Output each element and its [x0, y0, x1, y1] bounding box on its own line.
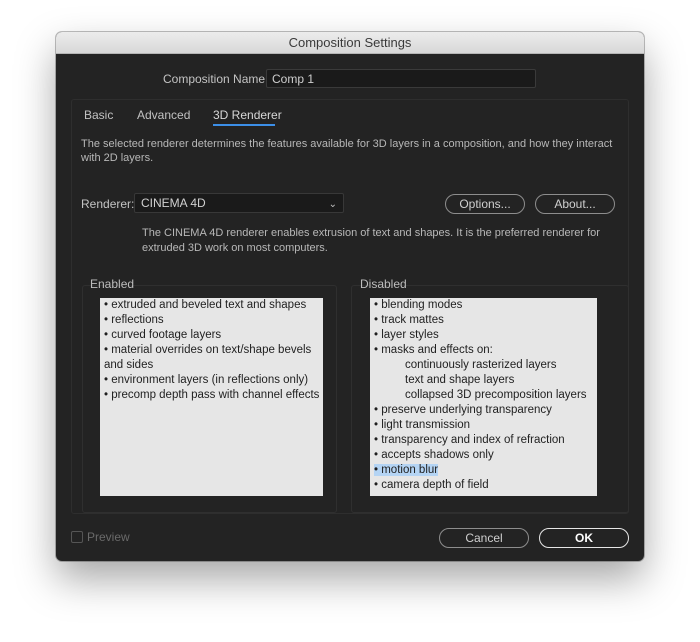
- disabled-list[interactable]: • blending modes • track mattes • layer …: [370, 298, 597, 496]
- list-item: • track mattes: [374, 314, 444, 326]
- list-item: • extruded and beveled text and shapes: [104, 299, 307, 311]
- enabled-label: Enabled: [90, 277, 135, 291]
- list-item: • masks and effects on:: [374, 344, 493, 356]
- list-item: • reflections: [104, 314, 164, 326]
- list-item-selected[interactable]: • motion blur: [374, 463, 593, 478]
- list-item: • precomp depth pass with channel effect…: [104, 389, 320, 401]
- enabled-list[interactable]: • extruded and beveled text and shapes •…: [100, 298, 323, 496]
- list-item: • camera depth of field: [374, 479, 489, 491]
- composition-name-input[interactable]: Comp 1: [266, 69, 536, 88]
- list-item: continuously rasterized layers: [405, 359, 557, 371]
- composition-settings-dialog: Composition Settings Composition Name: C…: [56, 32, 644, 561]
- renderer-description: The selected renderer determines the fea…: [81, 138, 613, 164]
- tab-basic[interactable]: Basic: [84, 108, 113, 122]
- list-item: • transparency and index of refraction: [374, 434, 565, 446]
- list-item: • light transmission: [374, 419, 471, 431]
- list-item: • accepts shadows only: [374, 449, 494, 461]
- list-item: • preserve underlying transparency: [374, 404, 552, 416]
- preview-label: Preview: [87, 530, 130, 544]
- renderer-note: The CINEMA 4D renderer enables extrusion…: [142, 227, 600, 254]
- ok-button[interactable]: OK: [539, 528, 629, 548]
- window-title: Composition Settings: [56, 32, 644, 54]
- disabled-label: Disabled: [360, 277, 407, 291]
- renderer-select[interactable]: CINEMA 4D ⌄: [134, 193, 344, 213]
- list-item: collapsed 3D precomposition layers: [405, 389, 587, 401]
- tab-3d-renderer[interactable]: 3D Renderer: [213, 108, 282, 122]
- composition-name-label: Composition Name:: [163, 72, 269, 86]
- about-button[interactable]: About...: [535, 194, 615, 214]
- list-item: • layer styles: [374, 329, 439, 341]
- list-item: • curved footage layers: [104, 329, 222, 341]
- list-item: • environment layers (in reflections onl…: [104, 374, 309, 386]
- cancel-button[interactable]: Cancel: [439, 528, 529, 548]
- list-item: • material overrides on text/shape bevel…: [104, 344, 312, 371]
- checkbox-icon: [71, 531, 83, 543]
- active-tab-indicator: [213, 124, 275, 126]
- chevron-down-icon: ⌄: [328, 199, 337, 210]
- renderer-selected-value: CINEMA 4D: [141, 196, 206, 210]
- preview-checkbox[interactable]: Preview: [71, 530, 130, 544]
- renderer-label: Renderer:: [81, 197, 135, 211]
- list-item: text and shape layers: [405, 374, 515, 386]
- options-button[interactable]: Options...: [445, 194, 525, 214]
- tab-advanced[interactable]: Advanced: [137, 108, 190, 122]
- list-item: • blending modes: [374, 299, 463, 311]
- selected-item-text: • motion blur: [374, 464, 439, 476]
